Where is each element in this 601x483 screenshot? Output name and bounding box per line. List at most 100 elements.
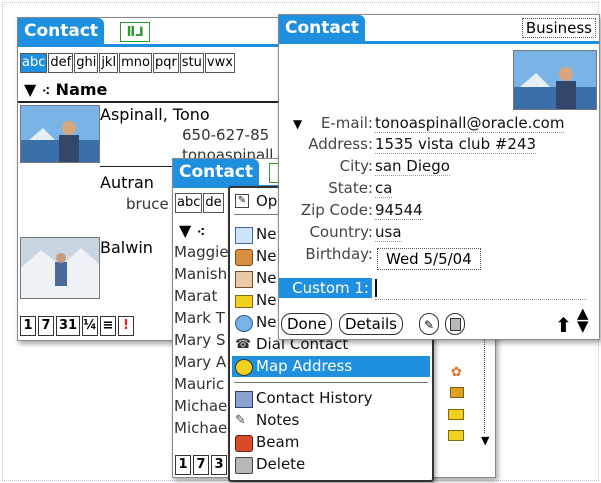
sort-tree-icon: ⁖ <box>196 225 206 239</box>
abc-tab[interactable]: jkl <box>99 53 119 73</box>
menu-item-label: Ne <box>256 225 277 243</box>
email-label: E-mail: <box>320 114 373 132</box>
list-title: Contact <box>18 18 105 44</box>
dial-icon: ☎ <box>235 337 252 352</box>
email-value[interactable]: tonoaspinall@oracle.com <box>375 114 565 133</box>
abc-tab[interactable]: abc <box>175 193 203 213</box>
list-item[interactable]: Marat <box>174 287 217 305</box>
menu-item-label: Beam <box>256 433 300 451</box>
menu-item-label: Notes <box>256 411 300 429</box>
scrollbar-track[interactable] <box>484 329 487 433</box>
detail-title: Contact <box>279 15 366 41</box>
list-item[interactable]: Michae <box>174 419 227 437</box>
envelope-icon <box>448 409 464 420</box>
list-item[interactable]: Manish <box>174 265 227 283</box>
list-item[interactable]: Mauric <box>174 375 224 393</box>
menu-item-label: Ne <box>256 269 277 287</box>
list-item[interactable]: Maggie <box>174 243 229 261</box>
middle-abc-bar: abc de <box>175 193 225 213</box>
globe-icon <box>235 315 253 332</box>
trash-icon <box>449 318 461 331</box>
list-item[interactable]: Mary A <box>174 353 226 371</box>
person-icon <box>235 271 253 288</box>
note-icon: ✎ <box>423 318 435 332</box>
zip-code-value[interactable]: 94544 <box>375 201 423 220</box>
abc-tab[interactable]: def <box>48 53 74 73</box>
contact-name[interactable]: Balwin <box>100 238 153 257</box>
envelope-icon <box>448 430 464 441</box>
history-icon <box>235 391 253 408</box>
middle-title: Contact <box>173 159 260 185</box>
beam-icon <box>235 435 253 452</box>
phone-icon <box>235 249 253 266</box>
category-selector[interactable]: Business <box>521 18 596 38</box>
abc-tab[interactable]: vwx <box>204 53 235 73</box>
beam-menu-item[interactable]: Beam <box>232 432 430 453</box>
contact-name[interactable]: Aspinall, Tono <box>100 105 210 124</box>
birthday-label: Birthday: <box>305 245 373 263</box>
menu-item-label: Ne <box>256 313 277 331</box>
abc-tab[interactable]: mno <box>119 53 152 73</box>
view-31-button[interactable]: 3 <box>211 455 227 475</box>
country-label: Country: <box>309 223 373 241</box>
trash-icon <box>235 457 253 474</box>
sort-down-icon: ▼ <box>24 80 37 99</box>
up-arrow-icon[interactable]: ⬆ <box>555 313 572 337</box>
custom-field-cursor[interactable] <box>375 279 377 297</box>
birthday-selector[interactable]: Wed 5/5/04 <box>377 248 481 270</box>
sms-icon: ✿ <box>451 365 462 380</box>
view-31-button[interactable]: 31 <box>56 316 80 336</box>
header-divider <box>18 101 288 103</box>
scroll-down-icon[interactable]: ▼ <box>481 434 489 447</box>
notes-icon: ✎ <box>235 413 246 428</box>
menu-item-label: Op <box>256 192 278 210</box>
list-item[interactable]: Michae <box>174 397 227 415</box>
menu-divider <box>234 382 428 383</box>
done-button[interactable]: Done <box>281 313 333 335</box>
contact-name[interactable]: Autran <box>100 173 154 192</box>
abc-tab[interactable]: stu <box>179 53 204 73</box>
contact-phone: 650-627-85 <box>182 126 270 144</box>
view-1-button[interactable]: 1 <box>175 455 191 475</box>
contact-photo <box>20 105 100 163</box>
sync-icon[interactable]: Ⅱ⅃ <box>120 22 150 42</box>
view-7-button[interactable]: 7 <box>193 455 209 475</box>
city-value[interactable]: san Diego <box>375 157 450 176</box>
menu-item-label: Ne <box>256 247 277 265</box>
name-header-label: Name <box>55 80 108 99</box>
abc-tab[interactable]: pqr <box>152 53 179 73</box>
state-label: State: <box>328 179 373 197</box>
scroll-up-down-icon[interactable]: ▲ ▼ <box>577 306 589 334</box>
contact-history-menu-item[interactable]: Contact History <box>232 388 430 409</box>
view-1-button[interactable]: 1 <box>20 316 36 336</box>
view-7-button[interactable]: 7 <box>38 316 54 336</box>
list-item[interactable]: Mary S <box>174 331 225 349</box>
name-column-header[interactable]: ▼ ⁖ Name <box>24 80 107 99</box>
priority-button[interactable]: ! <box>118 316 134 336</box>
address-label: Address: <box>308 135 373 153</box>
field-dropdown-icon[interactable]: ▼ <box>293 117 302 131</box>
country-value[interactable]: usa <box>375 223 402 242</box>
contact-detail-window: Contact Business ▼ E-mail: tonoaspinall@… <box>278 14 600 340</box>
zip-code-label: Zip Code: <box>300 201 373 219</box>
address-value[interactable]: 1535 vista club #243 <box>375 135 537 154</box>
note-button[interactable]: ✎ <box>419 313 439 335</box>
abc-tab[interactable]: abc <box>20 53 48 73</box>
view-quarter-button[interactable]: ¼ <box>82 316 98 336</box>
delete-button[interactable] <box>445 313 465 335</box>
state-value[interactable]: ca <box>375 179 393 198</box>
notes-menu-item[interactable]: ✎ Notes <box>232 410 430 431</box>
envelope-icon <box>235 295 253 308</box>
list-abc-bar: abc def ghi jkl mno pqr stu vwx <box>20 53 236 73</box>
map-address-menu-item[interactable]: Map Address <box>232 356 430 377</box>
menu-item-label: Map Address <box>256 357 353 375</box>
details-button[interactable]: Details <box>339 313 404 335</box>
map-icon <box>235 359 253 376</box>
list-view-button[interactable]: ≡ <box>100 316 116 336</box>
abc-tab[interactable]: ghi <box>74 53 99 73</box>
delete-menu-item[interactable]: Delete <box>232 454 430 475</box>
contact-photo <box>513 50 597 110</box>
abc-tab[interactable]: de <box>203 193 224 213</box>
name-column-header[interactable]: ▼ ⁖ <box>179 221 205 240</box>
list-item[interactable]: Mark T <box>174 309 225 327</box>
